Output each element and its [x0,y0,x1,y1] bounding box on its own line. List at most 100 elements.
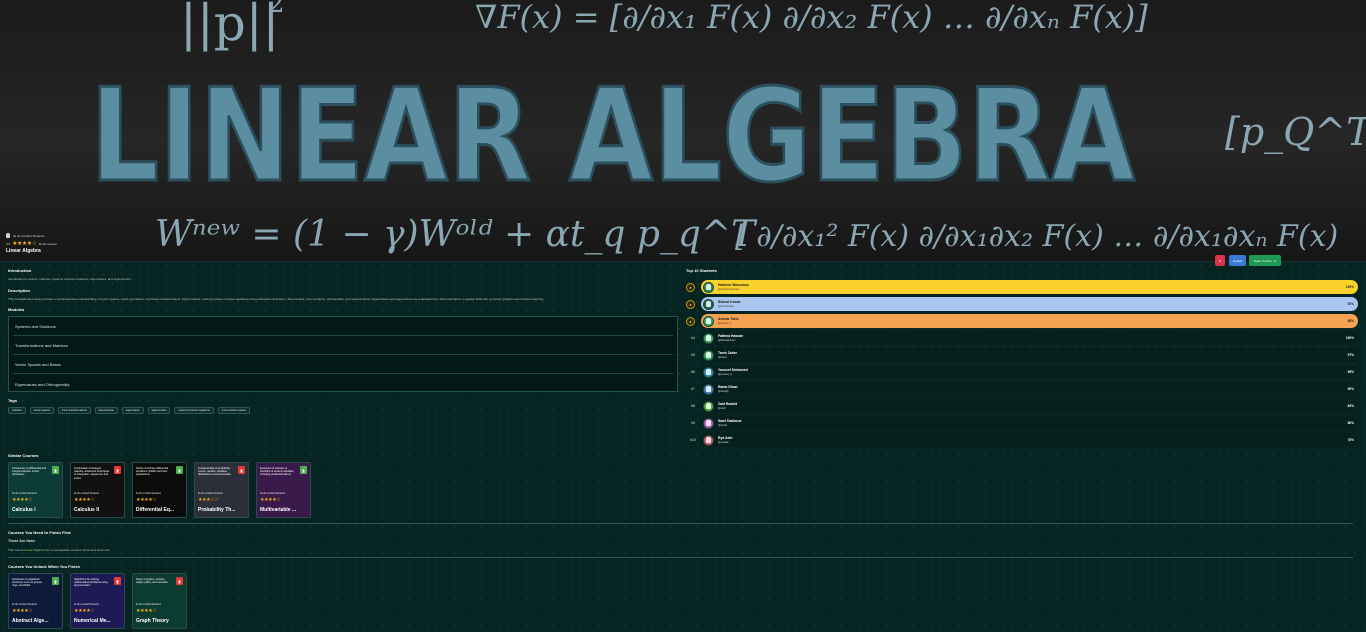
course-card-blurb: Extension of calculus to functions of se… [260,467,295,477]
user-icon [706,403,711,409]
module-item[interactable]: Systems and Solutions [13,318,673,336]
module-item[interactable]: Transformations and Matrices [13,337,673,355]
avatar [703,383,714,395]
tag-chip[interactable]: vector spaces [29,407,54,414]
user-icon [706,369,711,375]
student-name: Zaid Rashid [718,402,738,406]
course-card-stars: ★★★★☆ [136,608,157,614]
leaderboard-bar: Bishad Kasab @bishadkasab 92% [701,297,1358,311]
course-card-name: Probability Th... [198,507,236,513]
student-handle: @ammar_tx [718,322,732,325]
course-card[interactable]: Study of ordinary differential equations… [132,462,187,518]
leaderboard-row[interactable]: #10 Rya Adel @ryaadel 78% [686,433,1358,447]
rating-value: 4.6 [6,241,11,246]
module-item[interactable]: Eigenvalues and Orthogonality [13,375,673,393]
student-score: 90% [1347,387,1354,391]
avatar [703,434,714,446]
user-icon [706,318,711,324]
students-icon [6,233,10,238]
course-card-stars: ★★★★☆ [260,497,281,503]
student-name: Sami Dabbous [718,419,742,423]
section-divider [8,557,1353,558]
student-score: 82% [1347,404,1354,408]
course-card[interactable]: Introduction to algebraic structures suc… [8,573,63,629]
leaderboard-row[interactable]: #6 Youssef Mohamed @youssef_m 95% [686,365,1358,379]
course-card-name: Numerical Me... [74,618,111,624]
description-text: This foundational course provides a comp… [8,297,544,301]
hero-formula-gradient: ∇F(x) = [∂/∂x₁ F(x) ∂/∂x₂ F(x) … ∂/∂xₙ F… [475,0,1148,36]
course-card-enrolled: 4k 2k enrolled Students [136,492,161,495]
course-card[interactable]: Introduction to differential and integra… [8,462,63,518]
leaderboard-bar: Rya Adel @ryaadel 78% [701,433,1358,447]
course-card-enrolled: 4k 2k enrolled Students [198,492,223,495]
course-card[interactable]: Extension of calculus to functions of se… [256,462,311,518]
course-card-stars: ★★★★☆ [12,497,33,503]
student-rank: #7 [691,387,695,391]
avatar [703,366,714,378]
course-card-enrolled: 4k 2k enrolled Students [12,492,37,495]
tags-heading: Tags [8,398,18,403]
leaderboard-list: ● Hashem Wassouss @hashemwassouss 100% ● Bish… [686,280,1358,450]
course-card-enrolled: 4k 2k enrolled Students [74,603,99,606]
tags-list: matrices vector spaces linear transforma… [8,407,250,414]
leaderboard-row[interactable]: ● Hashem Wassouss @hashemwassouss 100% [686,280,1358,294]
course-card-name: Graph Theory [136,618,169,624]
leaderboard-row[interactable]: #8 Zaid Rashid @zaidr 82% [686,399,1358,413]
leaderboard-bar: Rama Ghazi @ramagh 90% [701,382,1358,396]
tag-chip[interactable]: determinants [94,407,118,414]
course-card-name: Multivariable ... [260,507,297,513]
course-card-blurb: Study of graphs, vertices, edges, paths,… [136,578,168,585]
student-handle: @tarekz [718,356,727,359]
tag-chip[interactable]: linear transformations [57,407,91,414]
tag-chip[interactable]: matrices [8,407,26,414]
leaderboard-row[interactable]: ● Bishad Kasab @bishadkasab 92% [686,297,1358,311]
course-card-enrolled: 4k 2k enrolled Students [74,492,99,495]
course-card-blurb: Introduction to algebraic structures suc… [12,578,43,588]
unlock-courses-list: Introduction to algebraic structures suc… [8,573,187,629]
description-heading: Description [8,288,31,293]
course-card-blurb: Fundamentals of probability: events, ran… [198,467,231,477]
tag-chip[interactable]: eigenvectors [147,407,171,414]
prereq-course-link[interactable]: Linear Algebra [24,548,43,552]
module-item[interactable]: Vector Spaces and Bases [13,356,673,374]
student-score: 85% [1347,319,1354,323]
hero-illustration: ||p|| 2 ∇F(x) = [∂/∂x₁ F(x) ∂/∂x₂ F(x) …… [89,0,1366,255]
leaderboard-row[interactable]: #9 Sami Dabbous @samid 80% [686,416,1358,430]
course-card[interactable]: Study of graphs, vertices, edges, paths,… [132,573,187,629]
course-card-enrolled: 4k 2k enrolled Students [12,603,37,606]
course-title: Linear Algebra [6,248,41,254]
leaderboard-row[interactable]: #4 Fathma Hassan @fathmahassan 100% [686,331,1358,345]
leaderboard-bar: Hashem Wassouss @hashemwassouss 100% [701,280,1358,294]
avatar [703,349,714,361]
course-status-badge: ▮ [176,466,183,474]
leaderboard-row[interactable]: #7 Rama Ghazi @ramagh 90% [686,382,1358,396]
course-card[interactable]: Algorithms for solving mathematical prob… [70,573,125,629]
report-button[interactable]: R [1215,255,1225,266]
similar-courses-list: Introduction to differential and integra… [8,462,311,518]
course-card-blurb: Continuation of integral calculus, advan… [74,467,110,480]
details-button[interactable]: Details [1229,255,1246,266]
leaderboard-title: Top 10 Students [686,268,717,273]
prereq-text: This course Linear Algebra has no prereq… [8,548,110,552]
user-icon [706,301,711,307]
leaderboard-bar: Zaid Rashid @zaidr 82% [701,399,1358,413]
course-card-stars: ★★★☆☆ [198,497,219,503]
course-card-name: Abstract Alge... [12,618,49,624]
enrolled-count: 4k 2k enrolled Students [13,233,45,238]
leaderboard-row[interactable]: ● Ammar Tarix @ammar_tx 85% [686,314,1358,328]
student-name: Rama Ghazi [718,385,738,389]
student-name: Hashem Wassouss [718,283,749,287]
similar-heading: Similar Courses [8,453,39,458]
student-rank: #9 [691,421,695,425]
student-score: 80% [1347,421,1354,425]
course-card[interactable]: Fundamentals of probability: events, ran… [194,462,249,518]
student-rank: #5 [691,353,695,357]
open-course-button[interactable]: Open Course ➔ [1249,255,1281,266]
tag-chip[interactable]: systems of linear equations [174,407,214,414]
tag-chip[interactable]: eigenvalues [121,407,144,414]
hero-formula-matrix: [p_Q^T] [1225,110,1366,155]
course-card[interactable]: Continuation of integral calculus, advan… [70,462,125,518]
tag-chip[interactable]: inner product spaces [217,407,250,414]
leaderboard-row[interactable]: #5 Tarek Zaher @tarekz 97% [686,348,1358,362]
leaderboard-bar: Ammar Tarix @ammar_tx 85% [701,314,1358,328]
